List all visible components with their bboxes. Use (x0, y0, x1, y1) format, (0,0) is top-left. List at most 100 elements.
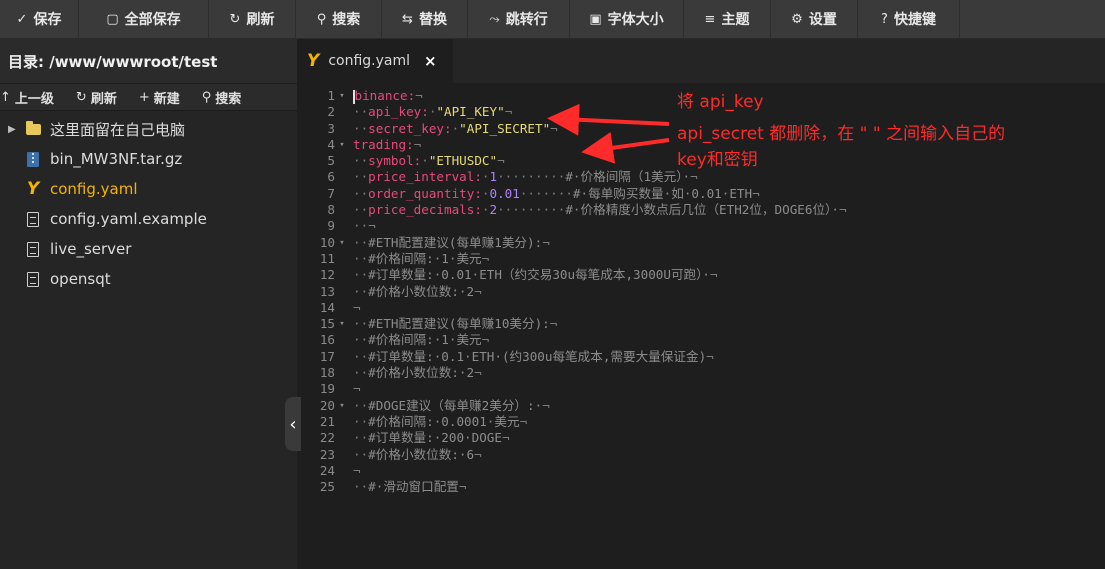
close-icon[interactable]: × (424, 52, 437, 70)
code-line: 24 ¬ (297, 463, 1105, 479)
code-text: ··#价格间隔:·0.0001·美元¬ (349, 414, 527, 430)
sidebar-search-label: 搜索 (215, 91, 242, 107)
file-tree: ▶ 这里面留在自己电脑 bin_MW3NF.tar.gz Y config.ya… (0, 111, 297, 294)
code-token: "API_SECRET" (459, 120, 551, 136)
replace-button[interactable]: ⇆ 替换 (382, 0, 468, 38)
fold-gutter (335, 251, 349, 267)
code-text: ··api_key:·"API_KEY"¬ (349, 104, 512, 120)
line-number: 24 (319, 462, 335, 478)
code-token: ¬ (542, 397, 550, 413)
fold-toggle-icon[interactable]: ▾ (335, 137, 349, 153)
code-token: #ETH配置建议(每单赚10美分): (368, 316, 550, 332)
code-token: 2 (489, 202, 498, 218)
code-line: 17 ··#订单数量:·0.1·ETH·(约300u每笔成本,需要大量保证金)¬ (297, 349, 1105, 365)
line-number: 16 (319, 332, 335, 348)
tree-item-archive[interactable]: bin_MW3NF.tar.gz (0, 144, 297, 174)
code-token: ¬ (706, 348, 714, 364)
fold-toggle-icon[interactable]: ▾ (335, 316, 349, 332)
code-token: 1 (489, 169, 498, 185)
code-token: #价格小数位数:·6 (368, 446, 475, 462)
code-text: ··symbol:·"ETHUSDC"¬ (349, 153, 505, 169)
arrow-up-icon: ↑ (0, 89, 11, 105)
tree-item-folder[interactable]: ▶ 这里面留在自己电脑 (0, 114, 297, 144)
parent-dir-button[interactable]: ↑ 上一级 (0, 88, 54, 107)
tree-item-live-server[interactable]: live_server (0, 234, 297, 264)
annotation-line-2: api_secret 都删除，在 " " 之间输入自己的 (677, 124, 1006, 144)
chevron-right-icon[interactable]: ▶ (0, 124, 22, 135)
code-token: · (481, 185, 490, 201)
fold-toggle-icon[interactable]: ▾ (335, 398, 349, 414)
fold-gutter (335, 365, 349, 381)
editor-tabs: Y config.yaml × (297, 39, 1105, 83)
line-number: 11 (319, 250, 335, 266)
save-all-label: 全部保存 (124, 12, 181, 28)
code-token: binance: (354, 88, 416, 103)
settings-button[interactable]: ⚙ 设置 (771, 0, 858, 38)
save-all-button[interactable]: ▢ 全部保存 (79, 0, 209, 38)
refresh-button[interactable]: ↻ 刷新 (209, 0, 296, 38)
sidebar-search-button[interactable]: ⚲ 搜索 (202, 88, 242, 107)
tree-item-opensqt[interactable]: opensqt (0, 264, 297, 294)
shortcuts-button[interactable]: ? 快捷键 (858, 0, 960, 38)
fold-toggle-icon[interactable]: ▾ (335, 235, 349, 251)
line-number: 2 (327, 104, 335, 120)
line-number: 23 (319, 446, 335, 462)
font-size-button[interactable]: ▣ 字体大小 (570, 0, 684, 38)
tree-item-config-yaml[interactable]: Y config.yaml (0, 174, 297, 204)
tree-item-label: config.yaml.example (50, 210, 207, 228)
code-text: ¬ (349, 463, 361, 479)
goto-line-button[interactable]: ⤳ 跳转行 (468, 0, 570, 38)
refresh-icon: ↻ (229, 11, 241, 27)
code-token: ·· (353, 479, 369, 495)
code-token: ¬ (353, 462, 361, 478)
collapse-sidebar-handle[interactable]: ‹ (285, 397, 301, 451)
line-number: 14 (319, 299, 335, 315)
line-number: 17 (319, 348, 335, 364)
code-token: ·· (353, 267, 369, 283)
fold-gutter (335, 121, 349, 137)
code-token: ¬ (501, 430, 510, 446)
line-number: 4 (327, 136, 335, 152)
tree-item-config-example[interactable]: config.yaml.example (0, 204, 297, 234)
new-file-button[interactable]: + 新建 (139, 88, 180, 107)
font-size-icon: ▣ (589, 11, 602, 27)
file-icon (27, 271, 39, 287)
code-token: price_decimals: (368, 202, 482, 218)
tab-config-yaml[interactable]: Y config.yaml × (297, 39, 453, 83)
code-text: ··#价格小数位数:·2¬ (349, 284, 482, 300)
goto-icon: ⤳ (489, 11, 500, 27)
fold-gutter (335, 104, 349, 120)
code-token: #ETH配置建议(每单赚1美分): (368, 234, 543, 250)
code-token: ¬ (690, 169, 698, 185)
code-line: 6 ··price_interval:·1·········#·价格间隔（1美元）… (297, 169, 1105, 185)
code-token: ··¬ (353, 218, 376, 234)
code-token: ¬ (752, 185, 760, 201)
code-token: · (481, 169, 490, 185)
code-text: ··#ETH配置建议(每单赚1美分):¬ (349, 235, 550, 251)
line-number: 19 (319, 381, 335, 397)
save-label: 保存 (33, 12, 62, 28)
code-text: ··#订单数量:·0.1·ETH·(约300u每笔成本,需要大量保证金)¬ (349, 349, 714, 365)
code-text: ··secret_key:·"API_SECRET"¬ (349, 121, 558, 137)
code-token: ¬ (458, 479, 467, 495)
code-line: 10 ▾ ··#ETH配置建议(每单赚1美分):¬ (297, 235, 1105, 251)
search-label: 搜索 (332, 12, 361, 28)
file-icon (27, 241, 39, 257)
fold-gutter (335, 186, 349, 202)
save-button[interactable]: ✓ 保存 (0, 0, 79, 38)
theme-button[interactable]: ≡ 主题 (684, 0, 771, 38)
code-token: ¬ (542, 234, 550, 250)
code-line: 16 ··#价格间隔:·1·美元¬ (297, 332, 1105, 348)
replace-icon: ⇆ (402, 11, 413, 27)
code-line: 7 ··order_quantity:·0.01·······#·每单购买数量·如… (297, 186, 1105, 202)
fold-toggle-icon[interactable]: ▾ (335, 88, 349, 104)
square-icon: ▢ (106, 11, 119, 27)
code-token: ¬ (838, 202, 847, 218)
refresh-icon: ↻ (75, 89, 87, 105)
sidebar-refresh-button[interactable]: ↻ 刷新 (76, 88, 117, 107)
shortcuts-label: 快捷键 (893, 12, 936, 28)
line-number: 13 (319, 283, 335, 299)
line-number: 20 (319, 397, 335, 413)
fold-gutter (335, 463, 349, 479)
search-button[interactable]: ⚲ 搜索 (296, 0, 382, 38)
